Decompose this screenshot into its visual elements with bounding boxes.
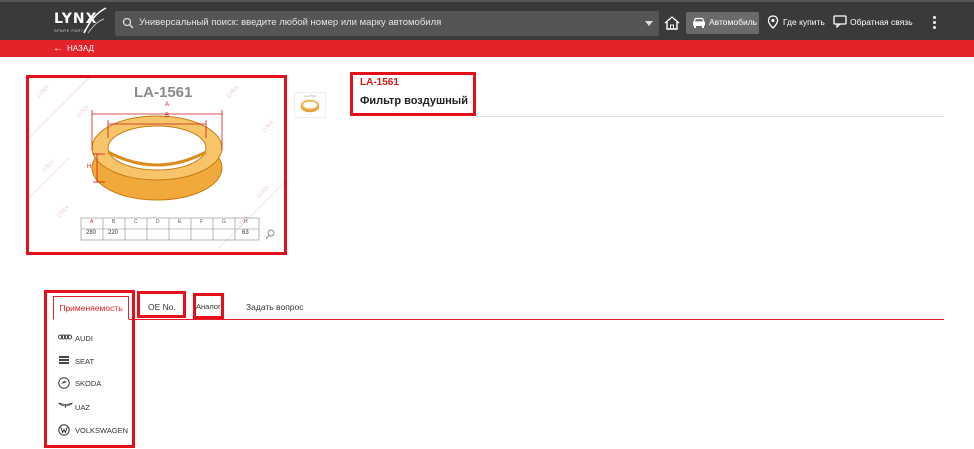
brand-item-uaz[interactable]: UAZ: [58, 401, 133, 415]
vw-logo-icon: [58, 424, 70, 436]
dim-label: B: [112, 219, 116, 225]
search-placeholder: Универсальный поиск: введите любой номер…: [139, 17, 442, 28]
svg-text:LYNX: LYNX: [55, 204, 70, 219]
tab-oe-numbers[interactable]: OE No.: [148, 302, 176, 312]
dim-label: D: [156, 219, 160, 225]
product-thumbnail[interactable]: LA-1561: [294, 92, 326, 118]
car-button[interactable]: Автомобиль: [686, 12, 759, 34]
title-divider: [476, 116, 944, 117]
product-sku: LA-1561: [360, 77, 399, 88]
car-button-label: Автомобиль: [709, 17, 758, 27]
brand-item-audi[interactable]: AUDI: [58, 332, 133, 346]
universal-search[interactable]: Универсальный поиск: введите любой номер…: [115, 11, 659, 36]
back-link[interactable]: ← НАЗАД: [53, 43, 94, 54]
product-image[interactable]: LYNX LYNX LYNX LYNX LYNX LYNX LYNX LYNX: [26, 75, 287, 255]
drawing-label-b: B: [165, 113, 170, 119]
search-icon: [122, 17, 134, 29]
logo-swoosh-icon: [83, 7, 107, 34]
brand-item-skoda[interactable]: SKODA: [58, 377, 133, 391]
lynx-logo[interactable]: LYNX SPARE PARTS: [54, 7, 107, 35]
brand-label: VOLKSWAGEN: [75, 426, 129, 435]
arrow-left-icon: ←: [53, 43, 63, 54]
brand-label: AUDI: [75, 334, 93, 343]
back-label: НАЗАД: [67, 44, 94, 53]
dim-value: 63: [242, 230, 249, 236]
car-icon: [693, 17, 705, 28]
brand-label: SKODA: [75, 379, 102, 388]
drawing-label-a: A: [165, 102, 170, 108]
tab-ask-question[interactable]: Задать вопрос: [246, 302, 304, 312]
dim-value: 280: [86, 230, 97, 236]
product-title-block: LA-1561 Фильтр воздушный: [350, 72, 476, 116]
product-name: Фильтр воздушный: [360, 95, 468, 107]
dim-label: H: [244, 219, 248, 225]
dimension-labels-row: A B C D E F G H: [81, 219, 259, 229]
uaz-logo-icon: [58, 402, 73, 408]
svg-text:LYNX: LYNX: [35, 84, 50, 99]
brand-item-seat[interactable]: SEAT: [58, 355, 133, 369]
where-to-buy-link[interactable]: Где купить: [783, 17, 825, 27]
svg-text:LA-1561: LA-1561: [304, 94, 317, 98]
dimension-values-row: 280 220 63: [81, 230, 259, 240]
top-bar: LYNX SPARE PARTS Универсальный поиск: вв…: [0, 0, 974, 40]
tab-analog[interactable]: Аналог: [196, 302, 221, 311]
chevron-down-icon[interactable]: [645, 21, 653, 26]
brand-label: SEAT: [75, 357, 95, 366]
dim-label: F: [200, 219, 204, 225]
dim-label: C: [134, 219, 138, 225]
dim-value: 220: [108, 230, 119, 236]
svg-text:LYNX: LYNX: [260, 119, 275, 134]
svg-text:LYNX: LYNX: [75, 104, 90, 119]
seat-logo-icon: [59, 356, 69, 364]
map-pin-icon: [767, 15, 779, 29]
svg-text:LYNX: LYNX: [225, 84, 240, 99]
drawing-label-h: H: [87, 164, 92, 170]
image-title: LA-1561: [134, 84, 193, 101]
dim-label: G: [222, 219, 226, 225]
svg-text:LYNX: LYNX: [255, 184, 270, 199]
chat-icon: [833, 15, 847, 28]
sub-navigation-bar: ← НАЗАД: [0, 40, 974, 57]
brand-item-volkswagen[interactable]: VOLKSWAGEN: [58, 424, 133, 438]
svg-text:LYNX: LYNX: [40, 159, 55, 174]
dim-label: A: [90, 219, 94, 225]
feedback-link[interactable]: Обратная связь: [850, 17, 913, 27]
audi-rings-icon: [58, 334, 72, 340]
home-icon[interactable]: [663, 14, 681, 32]
skoda-logo-icon: [58, 377, 70, 389]
more-menu-icon[interactable]: [931, 16, 937, 30]
tabs-underline: [54, 319, 944, 320]
dim-label: E: [178, 219, 182, 225]
brand-label: UAZ: [75, 403, 90, 412]
tab-applicability[interactable]: Применяемость: [53, 296, 129, 320]
zoom-icon: [265, 229, 275, 239]
